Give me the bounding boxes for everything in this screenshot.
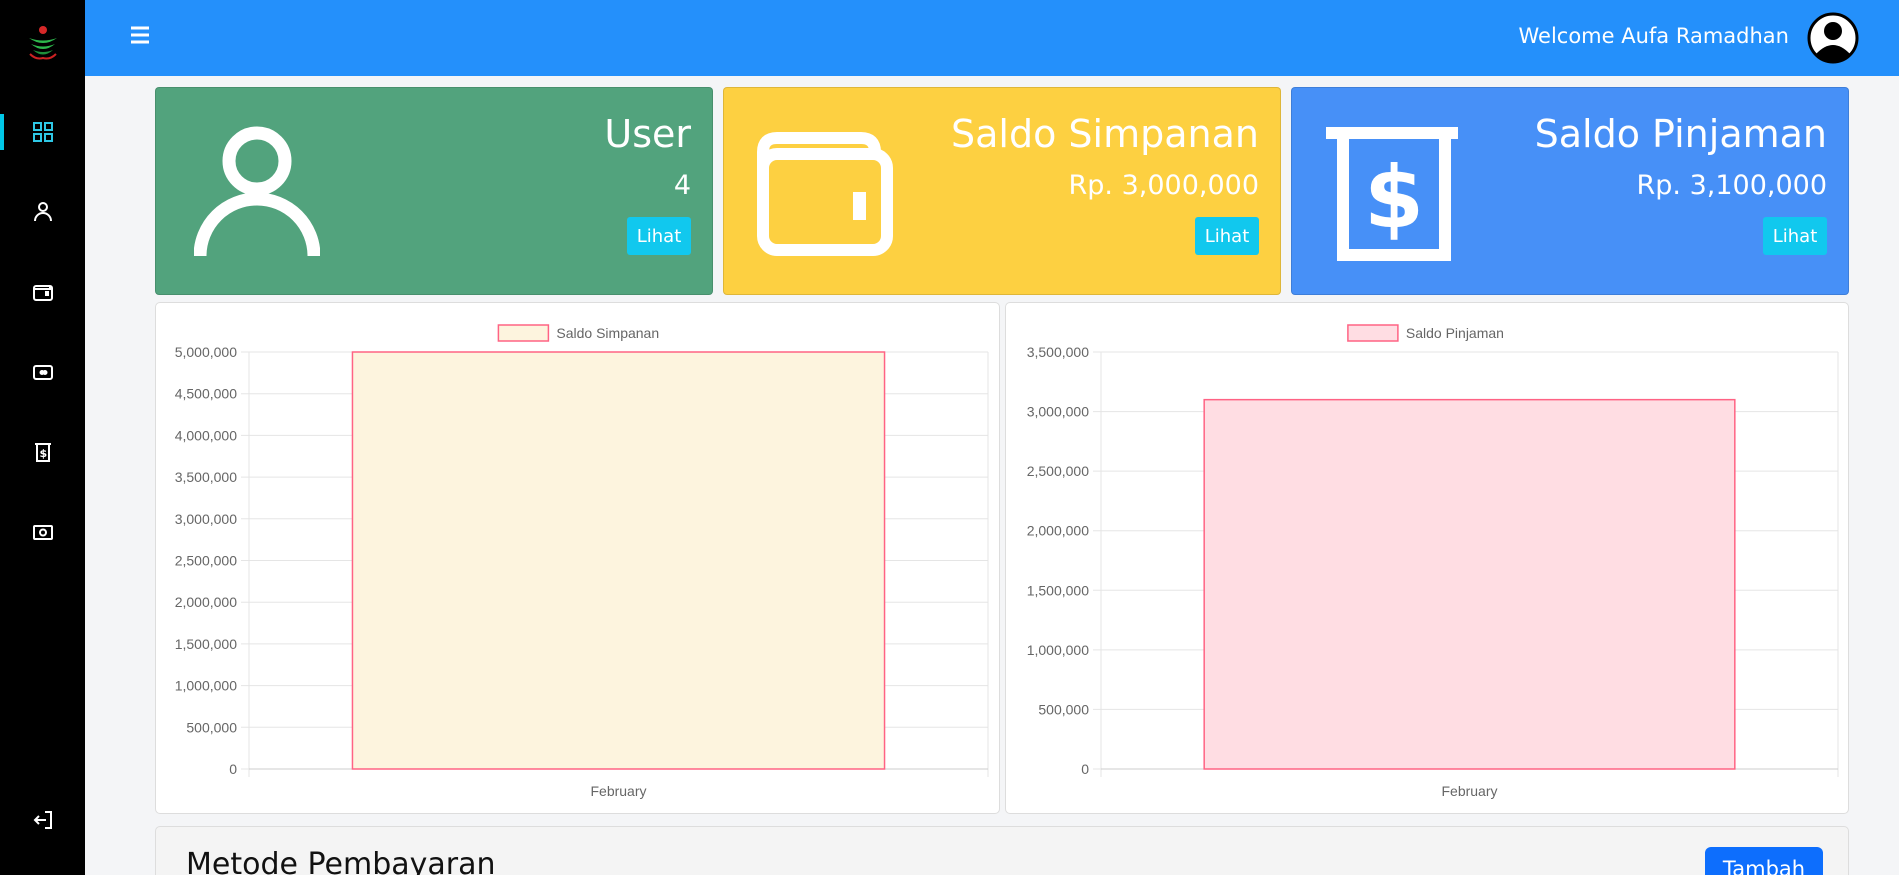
sidebar-item-user[interactable] xyxy=(0,188,85,236)
sidebar: $ xyxy=(0,0,85,875)
atm-dollar-icon: $ xyxy=(34,443,51,462)
svg-text:$: $ xyxy=(39,447,47,460)
card-title: Saldo Simpanan xyxy=(951,112,1259,156)
sidebar-item-pinjaman[interactable]: $ xyxy=(0,428,85,476)
card-value: Rp. 3,100,000 xyxy=(1636,170,1827,201)
y-tick-label: 3,000,000 xyxy=(175,511,237,527)
y-tick-label: 0 xyxy=(1081,761,1089,777)
saldo-pinjaman-card: $ Saldo Pinjaman Rp. 3,100,000 Lihat xyxy=(1291,87,1849,295)
y-tick-label: 1,000,000 xyxy=(1027,642,1089,658)
legend-label: Saldo Pinjaman xyxy=(1406,325,1504,341)
y-tick-label: 500,000 xyxy=(1038,701,1089,717)
card-value: Rp. 3,000,000 xyxy=(1068,170,1259,201)
y-tick-label: 5,000,000 xyxy=(175,344,237,360)
cash-icon xyxy=(32,525,53,540)
y-tick-label: 3,500,000 xyxy=(1027,344,1089,360)
hamburger-menu-icon[interactable] xyxy=(127,22,153,48)
tambah-button[interactable]: Tambah xyxy=(1705,847,1823,875)
user-card: User 4 Lihat xyxy=(155,87,713,295)
y-tick-label: 500,000 xyxy=(186,719,237,735)
y-tick-label: 0 xyxy=(229,761,237,777)
sidebar-item-simpanan[interactable] xyxy=(0,268,85,316)
saldo-pinjaman-chart-svg: Saldo Pinjaman 0 500,000 1,000,000 1,500,000… xyxy=(1027,324,1839,799)
sidebar-item-logout[interactable] xyxy=(0,796,85,844)
atm-dollar-icon: $ xyxy=(1326,127,1458,261)
card-value: 4 xyxy=(673,170,691,201)
legend-label: Saldo Simpanan xyxy=(556,325,659,341)
saldo-simpanan-chart: Saldo Simpanan 0 500,000 1,000,000 1,500,000… xyxy=(155,302,1000,814)
section-title: Metode Pembayaran xyxy=(186,847,496,875)
legend-swatch xyxy=(1347,324,1399,342)
wallet-icon xyxy=(757,132,893,256)
wallet-icon xyxy=(32,285,53,301)
topbar: Welcome Aufa Ramadhan xyxy=(85,0,1899,76)
lihat-button[interactable]: Lihat xyxy=(627,217,691,255)
logout-icon xyxy=(33,811,52,829)
card-title: Saldo Pinjaman xyxy=(1534,112,1827,156)
user-icon xyxy=(33,202,52,222)
sidebar-item-cash[interactable] xyxy=(0,508,85,556)
card-title: User xyxy=(604,112,691,156)
dashboard-grid-icon xyxy=(32,122,53,142)
y-tick-label: 3,500,000 xyxy=(175,469,237,485)
lihat-button[interactable]: Lihat xyxy=(1195,217,1259,255)
x-tick-label: February xyxy=(1441,783,1497,799)
y-tick-label: 2,000,000 xyxy=(175,594,237,610)
y-tick-label: 3,000,000 xyxy=(1027,404,1089,420)
card-icon xyxy=(32,365,53,380)
sidebar-item-dashboard[interactable] xyxy=(0,108,85,156)
y-tick-label: 4,500,000 xyxy=(175,386,237,402)
saldo-pinjaman-chart: Saldo Pinjaman 0 500,000 1,000,000 1,500,000… xyxy=(1005,302,1849,814)
saldo-simpanan-card: Saldo Simpanan Rp. 3,000,000 Lihat xyxy=(723,87,1281,295)
legend-swatch xyxy=(497,324,550,342)
welcome-text: Welcome Aufa Ramadhan xyxy=(1518,24,1790,48)
sidebar-item-card[interactable] xyxy=(0,348,85,396)
x-tick-label: February xyxy=(590,783,646,799)
y-tick-label: 1,500,000 xyxy=(175,636,237,652)
metode-pembayaran-section: Metode Pembayaran Tambah xyxy=(155,826,1849,875)
y-tick-label: 1,000,000 xyxy=(175,678,237,694)
y-tick-label: 2,500,000 xyxy=(175,553,237,569)
app-logo xyxy=(29,26,57,60)
y-tick-label: 1,500,000 xyxy=(1027,582,1089,598)
y-tick-label: 4,000,000 xyxy=(175,427,237,443)
svg-text:$: $ xyxy=(1364,148,1424,248)
bar xyxy=(1203,398,1736,770)
lihat-button[interactable]: Lihat xyxy=(1763,217,1827,255)
bar xyxy=(351,351,886,770)
saldo-simpanan-chart-svg: Saldo Simpanan 0 500,000 1,000,000 1,500,000… xyxy=(175,324,989,799)
y-tick-label: 2,500,000 xyxy=(1027,463,1089,479)
avatar-icon[interactable] xyxy=(1807,12,1859,64)
user-icon xyxy=(194,126,320,256)
y-tick-label: 2,000,000 xyxy=(1027,523,1089,539)
